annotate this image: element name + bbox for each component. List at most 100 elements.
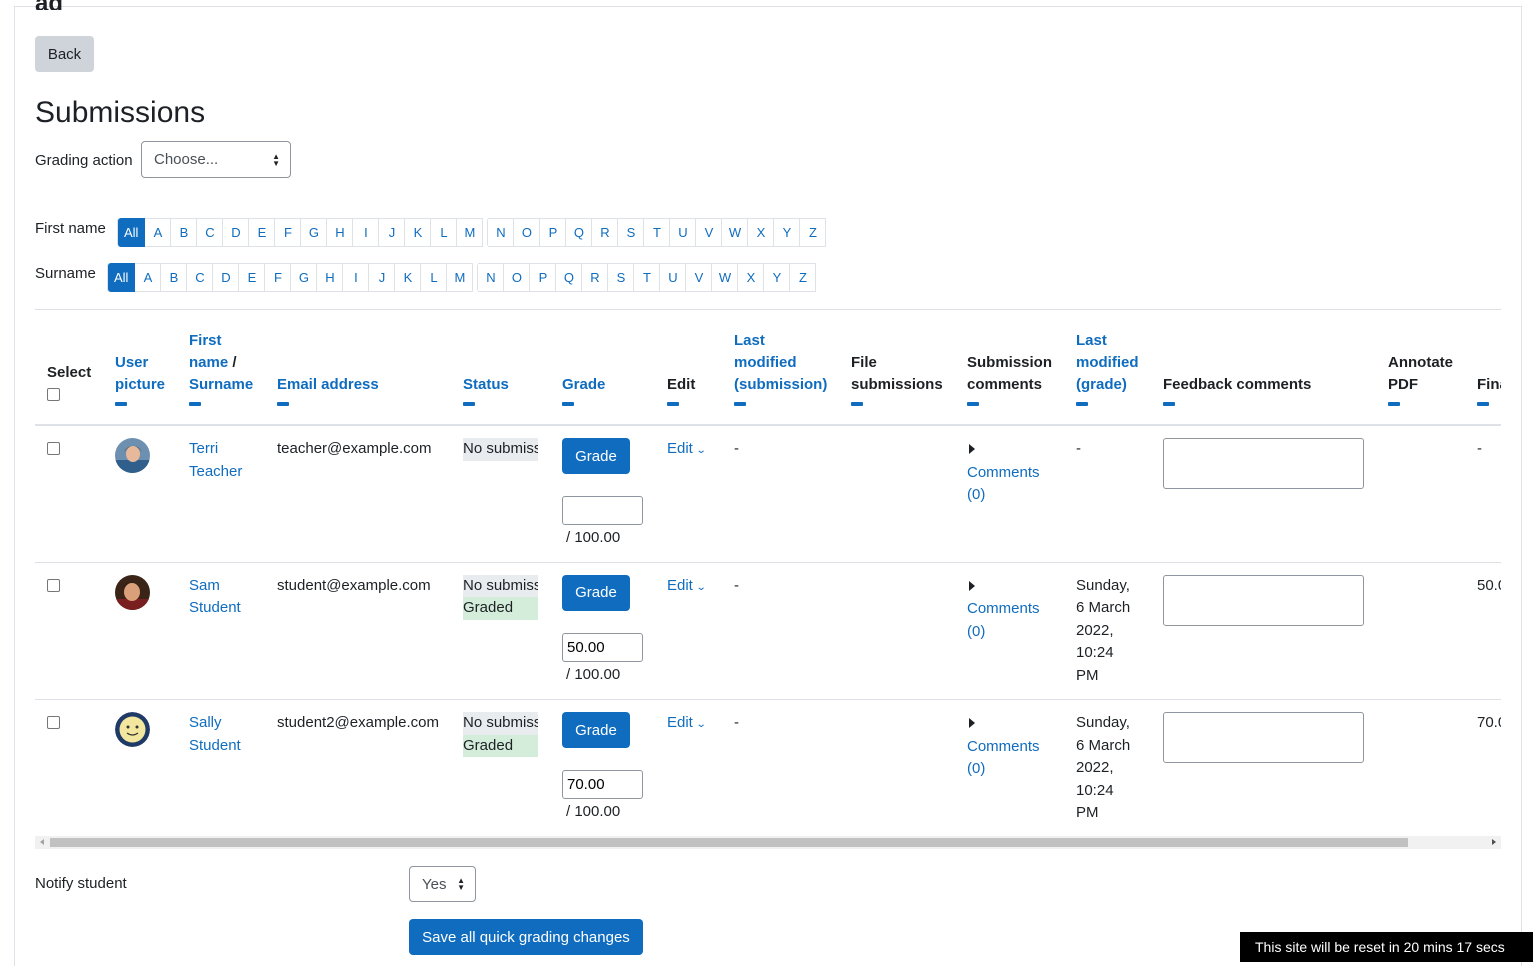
user-surname-link[interactable]: Teacher bbox=[189, 463, 242, 480]
notify-student-select[interactable]: Yes ▲ ▼ bbox=[409, 866, 476, 902]
surname-initial-l[interactable]: L bbox=[421, 263, 448, 292]
user-avatar-terri[interactable] bbox=[115, 438, 150, 473]
surname-initial-g[interactable]: G bbox=[291, 263, 318, 292]
surname-initial-f[interactable]: F bbox=[265, 263, 292, 292]
first-name-initial-x[interactable]: X bbox=[748, 218, 775, 247]
collapse-column-icon[interactable] bbox=[734, 402, 746, 406]
row-select-checkbox[interactable] bbox=[47, 578, 60, 592]
row-select-checkbox[interactable] bbox=[47, 716, 60, 729]
quick-grade-input[interactable] bbox=[562, 770, 643, 799]
surname-initial-q[interactable]: Q bbox=[556, 263, 583, 292]
horizontal-scrollbar[interactable] bbox=[35, 836, 1501, 849]
surname-initial-j[interactable]: J bbox=[369, 263, 396, 292]
first-name-initial-o[interactable]: O bbox=[514, 218, 541, 247]
first-name-initial-k[interactable]: K bbox=[405, 218, 432, 247]
sort-status-link[interactable]: Status bbox=[463, 376, 509, 393]
feedback-comments-textarea[interactable] bbox=[1163, 574, 1364, 626]
user-surname-link[interactable]: Student bbox=[189, 737, 241, 754]
scroll-left-arrow-icon[interactable] bbox=[40, 839, 44, 845]
row-select-checkbox[interactable] bbox=[47, 442, 60, 455]
grade-button[interactable]: Grade bbox=[562, 574, 630, 611]
surname-initial-w[interactable]: W bbox=[712, 263, 739, 292]
surname-initial-d[interactable]: D bbox=[213, 263, 240, 292]
first-name-initial-y[interactable]: Y bbox=[774, 218, 801, 247]
select-all-checkbox[interactable] bbox=[47, 388, 60, 401]
first-name-initial-g[interactable]: G bbox=[301, 218, 328, 247]
surname-initial-v[interactable]: V bbox=[686, 263, 713, 292]
first-name-initial-b[interactable]: B bbox=[171, 218, 198, 247]
surname-initial-x[interactable]: X bbox=[738, 263, 765, 292]
scrollbar-thumb[interactable] bbox=[50, 838, 1408, 847]
first-name-initial-a[interactable]: A bbox=[145, 218, 172, 247]
first-name-initial-q[interactable]: Q bbox=[566, 218, 593, 247]
grading-action-select[interactable]: Choose... ▲ ▼ bbox=[141, 141, 291, 178]
collapse-column-icon[interactable] bbox=[562, 402, 574, 406]
scroll-right-arrow-icon[interactable] bbox=[1492, 839, 1496, 845]
caret-right-icon[interactable] bbox=[969, 444, 975, 454]
save-quick-grading-button[interactable]: Save all quick grading changes bbox=[409, 919, 643, 955]
edit-menu[interactable]: Edit ⌄ bbox=[667, 440, 707, 457]
surname-initial-k[interactable]: K bbox=[395, 263, 422, 292]
first-name-initial-h[interactable]: H bbox=[327, 218, 354, 247]
sort-email-link[interactable]: Email address bbox=[277, 376, 379, 393]
collapse-column-icon[interactable] bbox=[1388, 402, 1400, 406]
first-name-initial-t[interactable]: T bbox=[644, 218, 671, 247]
first-name-initial-d[interactable]: D bbox=[223, 218, 250, 247]
first-name-initial-i[interactable]: I bbox=[353, 218, 380, 247]
first-name-initial-z[interactable]: Z bbox=[800, 218, 827, 247]
comments-toggle-link[interactable]: Comments (0) bbox=[967, 464, 1040, 504]
surname-initial-c[interactable]: C bbox=[187, 263, 214, 292]
feedback-comments-textarea[interactable] bbox=[1163, 712, 1364, 763]
surname-initial-p[interactable]: P bbox=[530, 263, 557, 292]
first-name-initial-s[interactable]: S bbox=[618, 218, 645, 247]
sort-first-name-link[interactable]: First name bbox=[189, 332, 228, 371]
first-name-initial-u[interactable]: U bbox=[670, 218, 697, 247]
surname-initial-h[interactable]: H bbox=[317, 263, 344, 292]
surname-initial-i[interactable]: I bbox=[343, 263, 370, 292]
first-name-initial-all[interactable]: All bbox=[118, 218, 146, 247]
surname-initial-b[interactable]: B bbox=[161, 263, 188, 292]
comments-toggle-link[interactable]: Comments (0) bbox=[967, 738, 1040, 778]
grade-button[interactable]: Grade bbox=[562, 712, 630, 748]
surname-initial-n[interactable]: N bbox=[478, 263, 505, 292]
surname-initial-z[interactable]: Z bbox=[790, 263, 817, 292]
first-name-initial-n[interactable]: N bbox=[488, 218, 515, 247]
surname-initial-s[interactable]: S bbox=[608, 263, 635, 292]
back-button[interactable]: Back bbox=[35, 36, 94, 72]
caret-right-icon[interactable] bbox=[969, 580, 975, 591]
caret-right-icon[interactable] bbox=[969, 718, 975, 728]
sort-surname-link[interactable]: Surname bbox=[189, 376, 253, 393]
collapse-column-icon[interactable] bbox=[967, 402, 979, 406]
quick-grade-input[interactable] bbox=[562, 632, 643, 662]
first-name-initial-f[interactable]: F bbox=[275, 218, 302, 247]
comments-toggle-link[interactable]: Comments (0) bbox=[967, 600, 1040, 640]
user-avatar-sally[interactable] bbox=[115, 712, 150, 747]
sort-last-modified-grade-link[interactable]: Last modified (grade) bbox=[1076, 332, 1139, 393]
surname-initial-e[interactable]: E bbox=[239, 263, 266, 292]
first-name-initial-m[interactable]: M bbox=[457, 218, 484, 247]
first-name-initial-l[interactable]: L bbox=[431, 218, 458, 247]
user-first-name-link[interactable]: Sally bbox=[189, 714, 222, 731]
first-name-initial-c[interactable]: C bbox=[197, 218, 224, 247]
user-avatar-sam[interactable] bbox=[115, 574, 150, 610]
grade-button[interactable]: Grade bbox=[562, 438, 630, 474]
quick-grade-input[interactable] bbox=[562, 496, 643, 525]
collapse-column-icon[interactable] bbox=[115, 402, 127, 406]
collapse-column-icon[interactable] bbox=[667, 402, 679, 406]
user-first-name-link[interactable]: Sam bbox=[189, 577, 220, 594]
first-name-initial-v[interactable]: V bbox=[696, 218, 723, 247]
collapse-column-icon[interactable] bbox=[189, 402, 201, 406]
first-name-initial-r[interactable]: R bbox=[592, 218, 619, 247]
collapse-column-icon[interactable] bbox=[1477, 402, 1489, 406]
collapse-column-icon[interactable] bbox=[277, 402, 289, 406]
surname-initial-y[interactable]: Y bbox=[764, 263, 791, 292]
first-name-initial-w[interactable]: W bbox=[722, 218, 749, 247]
surname-initial-t[interactable]: T bbox=[634, 263, 661, 292]
collapse-column-icon[interactable] bbox=[1163, 402, 1175, 406]
surname-initial-o[interactable]: O bbox=[504, 263, 531, 292]
surname-initial-r[interactable]: R bbox=[582, 263, 609, 292]
surname-initial-m[interactable]: M bbox=[447, 263, 474, 292]
surname-initial-all[interactable]: All bbox=[108, 263, 136, 292]
sort-last-modified-submission-link[interactable]: Last modified (submission) bbox=[734, 332, 827, 393]
collapse-column-icon[interactable] bbox=[851, 402, 863, 406]
